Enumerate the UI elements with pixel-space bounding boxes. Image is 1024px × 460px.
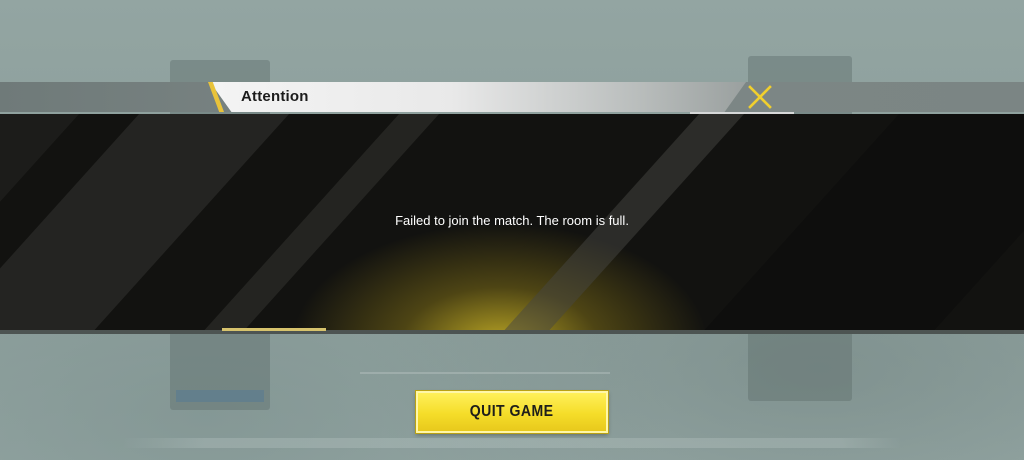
quit-game-label: QUIT GAME [470,403,554,420]
close-button[interactable] [744,84,776,110]
background-footer-text [0,438,1024,448]
panel-bottom-accent [222,328,326,331]
dialog-title: Attention [241,88,309,105]
background-divider [360,372,610,374]
close-x-icon [748,85,772,109]
dialog-message: Failed to join the match. The room is fu… [395,213,629,228]
background-card-strip [176,390,264,402]
quit-game-button[interactable]: QUIT GAME [416,391,608,433]
game-screen: Attention Failed to join the match. The … [0,0,1024,460]
panel-bottom-line [0,330,1024,334]
